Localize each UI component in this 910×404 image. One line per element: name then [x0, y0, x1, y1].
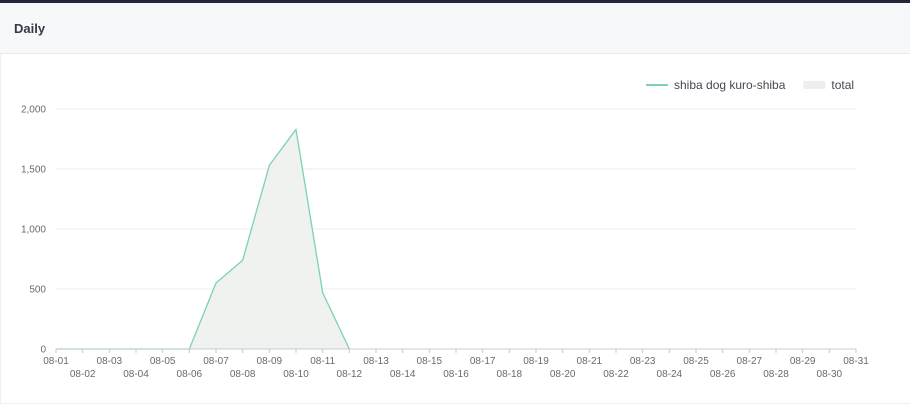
y-tick-label: 1,000: [21, 225, 46, 236]
legend-swatch-area: [803, 81, 826, 89]
x-tick-label: 08-06: [177, 369, 203, 380]
x-tick-label: 08-24: [657, 369, 683, 380]
x-tick-label: 08-27: [737, 356, 763, 367]
y-tick-label: 1,500: [21, 165, 46, 176]
x-tick-label: 08-04: [123, 369, 149, 380]
x-tick-label: 08-12: [337, 369, 363, 380]
daily-chart: 0 500 1,000 1,500 2,000 08-0108-0208-0308-04…: [21, 78, 869, 380]
x-tick-label: 08-26: [710, 369, 736, 380]
x-axis-labels: 08-0108-0208-0308-0408-0508-0608-0708-08…: [43, 356, 869, 380]
x-tick-label: 08-21: [577, 356, 603, 367]
x-tick-label: 08-10: [283, 369, 309, 380]
x-tick-label: 08-05: [150, 356, 176, 367]
x-tick-label: 08-23: [630, 356, 656, 367]
y-tick-label: 2,000: [21, 105, 46, 116]
x-tick-label: 08-02: [70, 369, 96, 380]
x-tick-label: 08-22: [603, 369, 629, 380]
grid-lines: [56, 108, 856, 290]
legend-label: total: [831, 78, 854, 92]
x-tick-label: 08-03: [97, 356, 123, 367]
legend-item[interactable]: total: [803, 78, 854, 92]
x-tick-label: 08-13: [363, 356, 389, 367]
legend-item[interactable]: shiba dog kuro-shiba: [646, 78, 786, 92]
x-tick-label: 08-16: [443, 369, 469, 380]
x-tick-label: 08-01: [43, 356, 69, 367]
x-tick-label: 08-31: [843, 356, 869, 367]
x-tick-label: 08-19: [523, 356, 549, 367]
x-tick-label: 08-25: [683, 356, 709, 367]
x-tick-label: 08-11: [310, 356, 335, 367]
x-tick-label: 08-20: [550, 369, 576, 380]
x-tick-label: 08-09: [257, 356, 283, 367]
area-layer: [56, 128, 350, 350]
x-tick-label: 08-28: [763, 369, 789, 380]
x-tick-label: 08-18: [497, 369, 523, 380]
x-tick-label: 08-29: [790, 356, 816, 367]
y-tick-label: 0: [40, 345, 46, 356]
x-tick-label: 08-08: [230, 369, 256, 380]
y-axis-labels: 0 500 1,000 1,500 2,000: [21, 105, 46, 356]
x-tick-label: 08-30: [817, 369, 843, 380]
x-tick-label: 08-14: [390, 369, 416, 380]
x-tick-label: 08-17: [470, 356, 496, 367]
x-tick-label: 08-07: [203, 356, 229, 367]
x-tick-label: 08-15: [417, 356, 443, 367]
legend[interactable]: shiba dog kuro-shiba total: [646, 78, 854, 92]
legend-label: shiba dog kuro-shiba: [674, 78, 786, 92]
y-tick-label: 500: [29, 285, 46, 296]
